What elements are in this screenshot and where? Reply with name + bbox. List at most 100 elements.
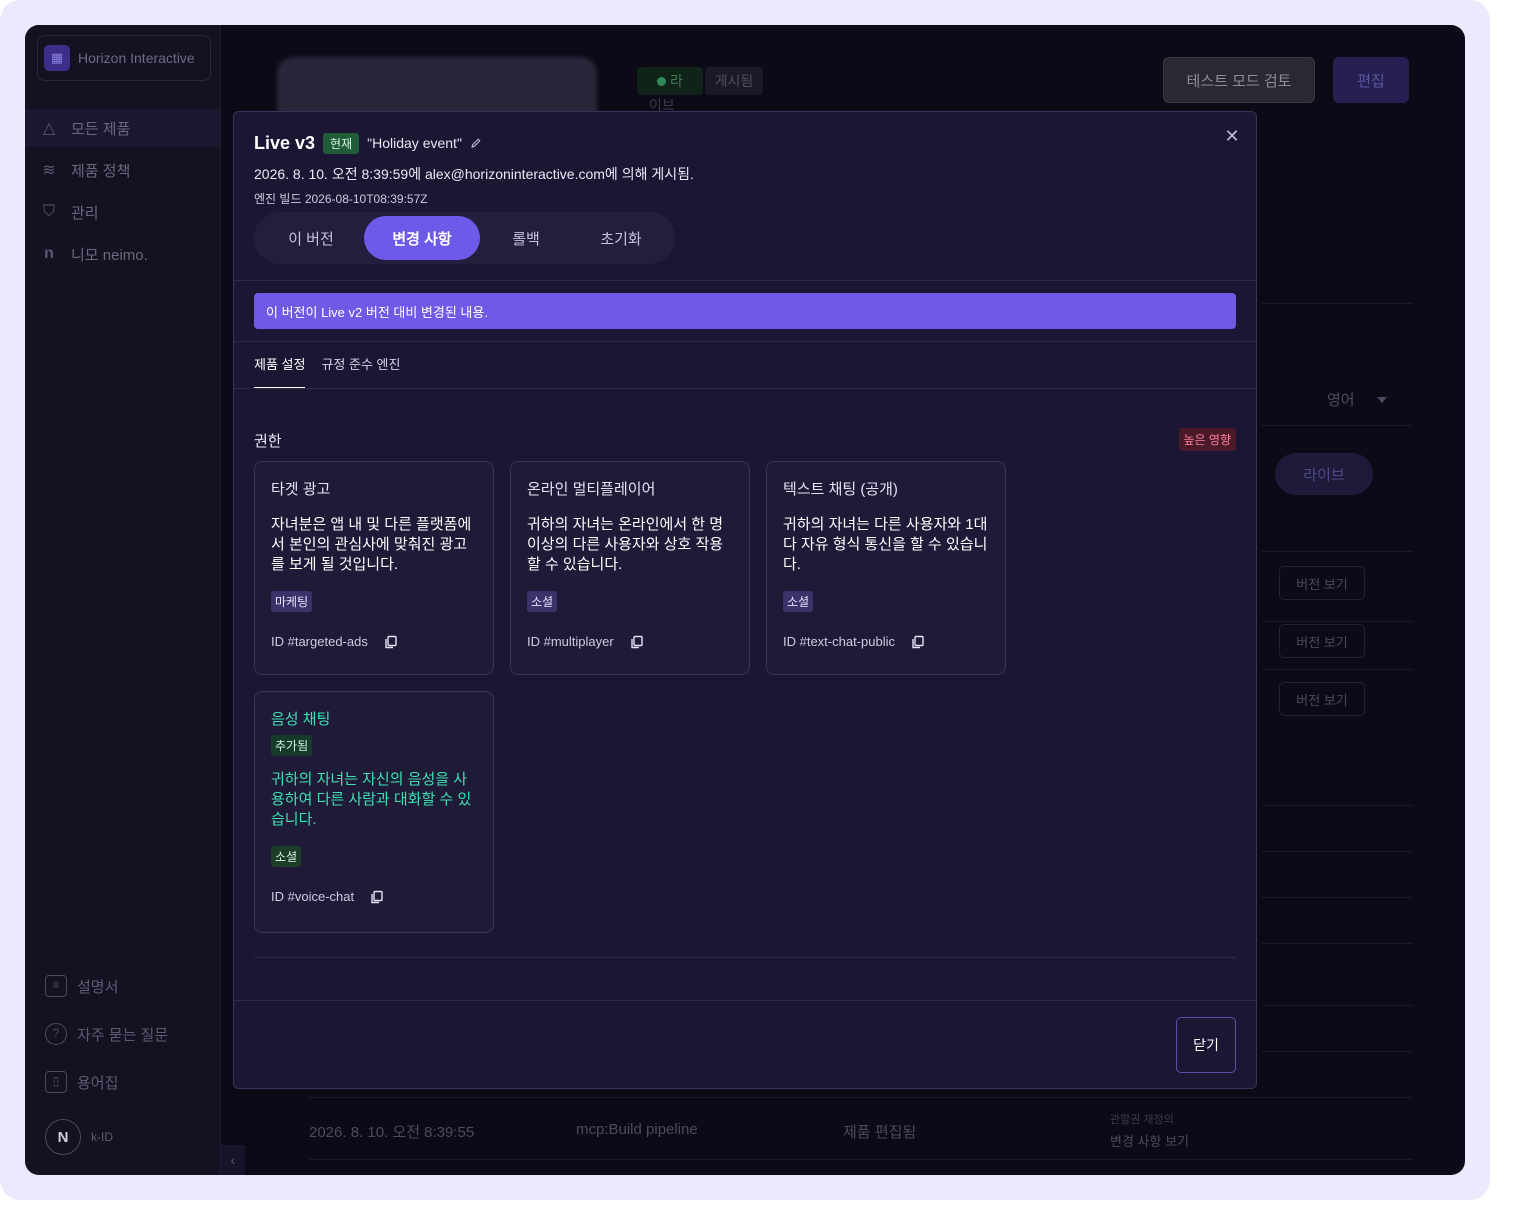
permission-card-voice-chat: 음성 채팅 추가됨 귀하의 자녀는 자신의 음성을 사용하여 다른 사람과 대화…	[254, 691, 494, 933]
divider	[234, 1000, 1256, 1001]
shield-icon: ⛉	[42, 203, 55, 220]
close-button[interactable]: 닫기	[1176, 1017, 1236, 1073]
copy-icon[interactable]	[370, 890, 384, 904]
subtabs: 제품 설정 규정 준수 엔진	[254, 354, 400, 389]
view-version-button[interactable]: 버전 보기	[1279, 624, 1365, 658]
divider	[1261, 621, 1413, 622]
shapes-icon: △	[42, 120, 56, 137]
live-pill[interactable]: 라이브	[1275, 453, 1373, 495]
published-info: 2026. 8. 10. 오전 8:39:59에 alex@horizonint…	[254, 166, 694, 182]
language-select[interactable]: 영어	[1327, 389, 1355, 410]
document-icon: ≡	[45, 975, 67, 997]
divider	[1261, 1051, 1413, 1052]
copy-icon[interactable]	[630, 635, 644, 649]
history-row-date: 2026. 8. 10. 오전 8:39:55	[309, 1124, 475, 1141]
subtab-compliance-engine[interactable]: 규정 준수 엔진	[321, 354, 400, 389]
title-row: Live v3 현재 "Holiday event"	[254, 130, 1236, 156]
card-id-row: ID #text-chat-public	[783, 634, 989, 649]
copy-icon[interactable]	[911, 635, 925, 649]
building-icon: ▦	[44, 45, 70, 71]
brand-name: k-ID	[91, 1130, 113, 1144]
changes-banner: 이 버전이 Live v2 버전 대비 변경된 내용.	[254, 293, 1236, 329]
tab-reset[interactable]: 초기화	[572, 216, 670, 260]
test-mode-review-button[interactable]: 테스트 모드 검토	[1163, 57, 1315, 103]
history-row-actor: mcp:Build pipeline	[576, 1121, 698, 1138]
kid-logo-icon: N	[45, 1119, 81, 1155]
permission-card-targeted-ads: 타겟 광고 자녀분은 앱 내 및 다른 플랫폼에서 본인의 관심사에 맞춰진 광…	[254, 461, 494, 675]
sidebar-item-faq[interactable]: ? 자주 묻는 질문	[45, 1023, 168, 1045]
layers-icon: ≋	[42, 162, 56, 179]
sidebar-item-label: 자주 묻는 질문	[77, 1026, 169, 1044]
card-id-row: ID #targeted-ads	[271, 634, 477, 649]
version-dialog: Live v3 현재 "Holiday event" 2026. 8. 10. …	[233, 111, 1257, 1089]
org-name: Horizon Interactive	[78, 50, 195, 66]
card-description: 귀하의 자녀는 다른 사용자와 1대 다 자유 형식 통신을 할 수 있습니다.	[783, 516, 988, 573]
card-id-row: ID #voice-chat	[271, 889, 477, 904]
permission-id: ID #multiplayer	[527, 634, 614, 649]
divider	[1261, 943, 1413, 944]
edit-button[interactable]: 편집	[1333, 57, 1409, 103]
permission-card-multiplayer: 온라인 멀티플레이어 귀하의 자녀는 온라인에서 한 명 이상의 다른 사용자와…	[510, 461, 750, 675]
divider	[309, 1159, 1413, 1160]
divider	[1261, 669, 1413, 670]
history-row-action: 제품 편집됨	[843, 1124, 917, 1141]
permission-card-text-chat-public: 텍스트 채팅 (공개) 귀하의 자녀는 다른 사용자와 1대 다 자유 형식 통…	[766, 461, 1006, 675]
neimo-logo-icon: n	[44, 245, 54, 262]
category-tag: 소셜	[783, 591, 814, 612]
category-tag: 소셜	[271, 846, 302, 867]
sidebar-item-product-policy[interactable]: ≋ 제품 정책	[25, 151, 221, 189]
sidebar-item-docs[interactable]: ≡ 설명서	[45, 975, 118, 997]
tab-changes[interactable]: 변경 사항	[364, 216, 480, 260]
sidebar-item-label: 관리	[71, 204, 99, 222]
live-badge-label: 라	[670, 73, 683, 89]
copy-icon[interactable]	[384, 635, 398, 649]
tab-this-version[interactable]: 이 버전	[258, 216, 364, 260]
card-title: 음성 채팅	[271, 711, 331, 728]
sidebar-item-glossary[interactable]: ▯ 용어집	[45, 1071, 118, 1093]
divider	[1261, 551, 1413, 552]
current-badge: 현재	[323, 132, 360, 154]
sidebar-item-label: 모든 제품	[71, 120, 131, 138]
org-switcher[interactable]: ▦ Horizon Interactive	[37, 35, 211, 81]
card-title: 온라인 멀티플레이어	[527, 481, 656, 498]
divider	[234, 341, 1256, 342]
divider	[1261, 897, 1413, 898]
sidebar-item-all-products[interactable]: △ 모든 제품	[25, 109, 221, 147]
permission-id: ID #targeted-ads	[271, 634, 368, 649]
live-status-badge: 라	[637, 67, 703, 95]
close-icon[interactable]: ✕	[1222, 126, 1242, 146]
brand-logo: N k-ID	[45, 1119, 113, 1155]
status-dot-icon	[657, 76, 667, 86]
sidebar-item-label: 니모 neimo.	[71, 246, 148, 264]
sidebar-item-admin[interactable]: ⛉ 관리	[25, 193, 221, 231]
divider	[234, 280, 1256, 281]
divider	[1261, 805, 1413, 806]
divider	[1261, 425, 1413, 426]
view-version-button[interactable]: 버전 보기	[1279, 566, 1365, 600]
card-description: 귀하의 자녀는 자신의 음성을 사용하여 다른 사람과 대화할 수 있습니다.	[271, 771, 472, 828]
version-name: "Holiday event"	[367, 135, 462, 151]
card-description: 귀하의 자녀는 온라인에서 한 명 이상의 다른 사용자와 상호 작용할 수 있…	[527, 516, 724, 573]
sidebar-item-label: 제품 정책	[71, 162, 131, 180]
chevron-down-icon	[1377, 397, 1387, 403]
tab-rollback[interactable]: 롤백	[480, 216, 572, 260]
divider	[254, 957, 1236, 958]
posted-badge: 게시됨	[705, 67, 763, 95]
sidebar-item-label: 설명서	[77, 978, 119, 996]
sidebar-item-label: 용어집	[77, 1074, 119, 1092]
view-version-button[interactable]: 버전 보기	[1279, 682, 1365, 716]
engine-build: 엔진 빌드 2026-08-10T08:39:57Z	[254, 192, 428, 206]
permission-id: ID #voice-chat	[271, 889, 355, 904]
question-icon: ?	[45, 1023, 67, 1045]
divider	[1261, 303, 1413, 304]
view-changes-link[interactable]: 변경 사항 보기	[1110, 1131, 1189, 1150]
subtab-product-settings[interactable]: 제품 설정	[254, 354, 306, 389]
permission-id: ID #text-chat-public	[783, 634, 895, 649]
card-title: 타겟 광고	[271, 481, 331, 498]
book-icon: ▯	[45, 1071, 67, 1093]
card-id-row: ID #multiplayer	[527, 634, 733, 649]
sidebar-item-neimo[interactable]: n 니모 neimo.	[25, 235, 221, 273]
pencil-icon[interactable]	[470, 137, 482, 149]
divider	[309, 1097, 1413, 1098]
dialog-header: Live v3 현재 "Holiday event" 2026. 8. 10. …	[254, 130, 1236, 207]
